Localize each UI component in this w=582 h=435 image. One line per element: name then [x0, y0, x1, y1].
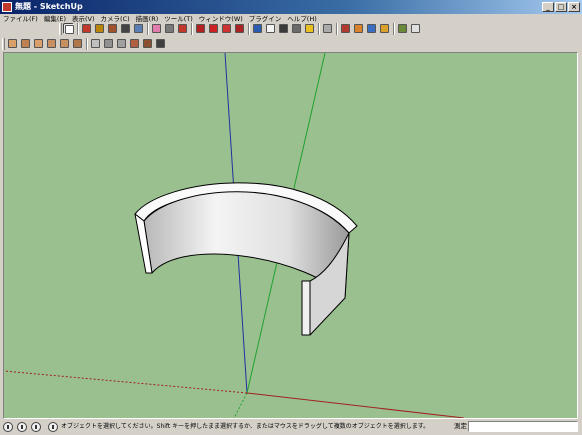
get-current-view-icon[interactable]: [397, 23, 408, 34]
main-toolbar: [0, 22, 582, 36]
toolbar-separator: [77, 23, 79, 35]
rotate-tool-icon[interactable]: [221, 23, 232, 34]
circle-tool-icon[interactable]: [107, 23, 118, 34]
orbit-tool-icon[interactable]: [252, 23, 263, 34]
place-model-icon[interactable]: [379, 23, 390, 34]
credits-icon-2[interactable]: [31, 422, 41, 432]
green-axis-dashed: [233, 392, 248, 418]
views-styles-toolbar: [0, 37, 582, 51]
close-button[interactable]: ×: [568, 2, 580, 12]
offset-tool-icon[interactable]: [234, 23, 245, 34]
minimize-button[interactable]: _: [542, 2, 554, 12]
status-message: オブジェクトを選択してください。Shift キーを押したまま選択するか、またはマ…: [61, 423, 430, 430]
window-title: 無題 - SketchUp: [15, 2, 83, 11]
iso-view-icon[interactable]: [7, 38, 18, 49]
make-component-icon[interactable]: [133, 23, 144, 34]
credits-icon[interactable]: [17, 422, 27, 432]
select-tool-icon[interactable]: [63, 23, 74, 34]
rectangle-tool-icon[interactable]: [94, 23, 105, 34]
next-view-icon[interactable]: [322, 23, 333, 34]
back-view-icon[interactable]: [59, 38, 70, 49]
right-view-icon[interactable]: [46, 38, 57, 49]
wireframe-style-icon[interactable]: [103, 38, 114, 49]
toolbar-separator: [191, 23, 193, 35]
eraser-tool-icon[interactable]: [151, 23, 162, 34]
drawing-viewport[interactable]: [3, 52, 578, 419]
toolbar-separator: [147, 23, 149, 35]
xray-style-icon[interactable]: [90, 38, 101, 49]
title-bar: 無題 - SketchUp _ □ ×: [0, 0, 582, 14]
share-model-icon[interactable]: [353, 23, 364, 34]
toolbar-grip: [2, 38, 5, 50]
status-bar: オブジェクトを選択してください。Shift キーを押したまま選択するか、またはマ…: [0, 420, 582, 435]
red-axis-dashed: [4, 370, 248, 394]
geo-location-icon[interactable]: [3, 422, 13, 432]
move-tool-icon[interactable]: [208, 23, 219, 34]
maximize-button[interactable]: □: [555, 2, 567, 12]
front-view-icon[interactable]: [33, 38, 44, 49]
push-pull-icon[interactable]: [195, 23, 206, 34]
scene-canvas[interactable]: [4, 53, 577, 418]
wall-right-end: [301, 280, 311, 336]
toggle-terrain-icon[interactable]: [410, 23, 421, 34]
help-icon[interactable]: [48, 422, 58, 432]
toolbar-separator: [86, 38, 88, 50]
top-view-icon[interactable]: [20, 38, 31, 49]
red-axis-solid: [246, 392, 465, 418]
toolbar-grip: [59, 23, 62, 35]
toolbar-separator: [336, 23, 338, 35]
previous-view-icon[interactable]: [304, 23, 315, 34]
tape-measure-icon[interactable]: [164, 23, 175, 34]
zoom-tool-icon[interactable]: [278, 23, 289, 34]
monochrome-style-icon[interactable]: [155, 38, 166, 49]
toolbar-separator: [393, 23, 395, 35]
sketchup-app-icon: [2, 2, 12, 12]
pan-tool-icon[interactable]: [265, 23, 276, 34]
paint-bucket-icon[interactable]: [177, 23, 188, 34]
arc-tool-icon[interactable]: [120, 23, 131, 34]
pencil-tool-icon[interactable]: [81, 23, 92, 34]
c-shaped-wall: [134, 182, 358, 336]
shaded-textures-style-icon[interactable]: [142, 38, 153, 49]
measurements-input[interactable]: [468, 421, 578, 432]
zoom-extents-icon[interactable]: [291, 23, 302, 34]
shaded-style-icon[interactable]: [129, 38, 140, 49]
google-earth-icon[interactable]: [366, 23, 377, 34]
left-view-icon[interactable]: [72, 38, 83, 49]
get-models-icon[interactable]: [340, 23, 351, 34]
measurements-label: 測定: [454, 422, 467, 430]
toolbar-separator: [318, 23, 320, 35]
toolbar-separator: [248, 23, 250, 35]
hidden-line-style-icon[interactable]: [116, 38, 127, 49]
